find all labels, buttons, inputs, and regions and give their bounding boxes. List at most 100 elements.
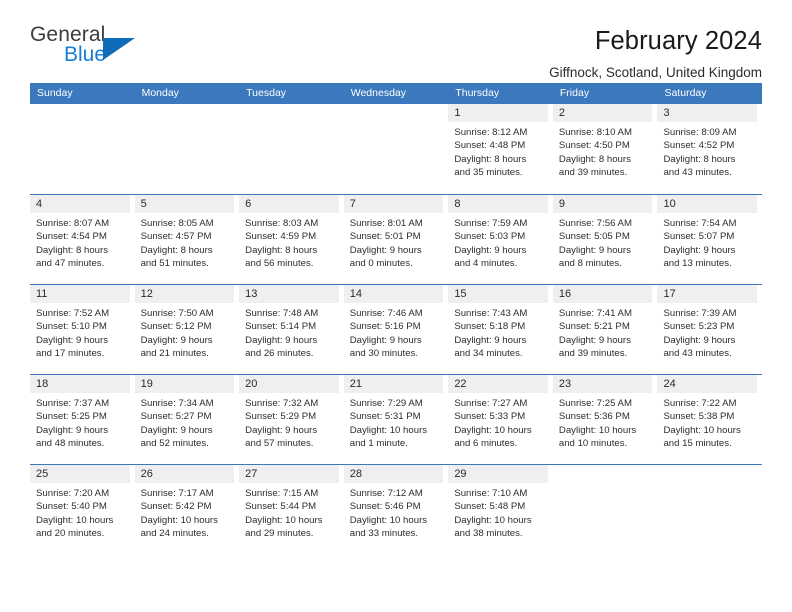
sunrise-text: Sunrise: 7:20 AM [36,488,110,499]
day-cell-inner: 1 Sunrise: 8:12 AM Sunset: 4:48 PM Daylight… [448,104,548,194]
sunset-text: Sunset: 4:52 PM [663,140,735,152]
day-number: 24 [657,375,758,393]
sunset-text: Sunset: 4:54 PM [36,231,107,243]
day-detail-lines [553,483,653,487]
sunset-text: Sunset: 5:05 PM [558,231,630,243]
day-number: 4 [30,195,130,213]
calendar-day-cell[interactable]: 21 Sunrise: 7:29 AM Sunset: 5:31 PM Dayligh… [343,375,449,464]
sunrise-text: Sunrise: 7:37 AM [36,398,110,409]
calendar-day-cell[interactable]: 19 Sunrise: 7:34 AM Sunset: 5:27 PM Dayligh… [134,375,240,464]
day-detail-lines: Sunrise: 7:50 AM Sunset: 5:12 PM Daylight:… [135,303,235,361]
calendar-day-cell[interactable]: 6 Sunrise: 8:03 AM Sunset: 4:59 PM Daylight… [239,195,344,284]
daylight-text: Daylight: 10 hours [140,514,218,526]
day-detail-lines: Sunrise: 7:39 AM Sunset: 5:23 PM Daylight:… [657,303,757,361]
calendar-empty-cell [553,465,658,554]
sunset-text: Sunset: 5:16 PM [349,321,421,333]
day-detail-lines: Sunrise: 8:05 AM Sunset: 4:57 PM Daylight:… [135,213,235,271]
calendar-day-cell[interactable]: 23 Sunrise: 7:25 AM Sunset: 5:36 PM Dayligh… [552,375,658,464]
calendar-day-cell[interactable]: 9 Sunrise: 7:56 AM Sunset: 5:05 PM Daylight… [552,195,658,284]
day-number: 15 [448,285,548,303]
day-cell-inner: 4 Sunrise: 8:07 AM Sunset: 4:54 PM Daylight… [30,195,130,284]
calendar-day-cell[interactable]: 17 Sunrise: 7:39 AM Sunset: 5:23 PM Dayligh… [657,285,762,374]
day-detail-lines: Sunrise: 7:34 AM Sunset: 5:27 PM Daylight:… [135,393,235,451]
day-cell-inner [239,104,339,194]
calendar-day-cell[interactable]: 24 Sunrise: 7:22 AM Sunset: 5:38 PM Dayligh… [657,375,762,464]
day-cell-inner [30,104,130,194]
day-number: 9 [552,195,653,213]
day-number: 13 [239,285,339,303]
daylight-text-cont: and 34 minutes. [454,348,523,360]
day-number: 6 [239,195,339,213]
day-detail-lines: Sunrise: 7:15 AM Sunset: 5:44 PM Daylight:… [239,483,339,541]
calendar-day-cell[interactable]: 14 Sunrise: 7:46 AM Sunset: 5:16 PM Dayligh… [343,285,449,374]
sunset-text: Sunset: 5:12 PM [140,321,212,333]
calendar-day-cell[interactable]: 8 Sunrise: 7:59 AM Sunset: 5:03 PM Daylight… [448,195,553,284]
sunset-text: Sunset: 5:25 PM [36,411,107,423]
day-cell-inner: 5 Sunrise: 8:05 AM Sunset: 4:57 PM Daylight… [134,195,235,284]
daylight-text: Daylight: 9 hours [140,424,213,436]
daylight-text: Daylight: 10 hours [454,514,532,526]
day-detail-lines: Sunrise: 7:25 AM Sunset: 5:36 PM Daylight:… [553,393,653,451]
calendar-day-cell[interactable]: 7 Sunrise: 8:01 AM Sunset: 5:01 PM Daylight… [343,195,449,284]
day-cell-inner [553,465,653,554]
daylight-text: Daylight: 9 hours [558,334,631,346]
calendar-day-cell[interactable]: 18 Sunrise: 7:37 AM Sunset: 5:25 PM Dayligh… [30,375,135,464]
calendar-day-cell[interactable]: 29 Sunrise: 7:10 AM Sunset: 5:48 PM Dayligh… [448,465,553,554]
sunset-text: Sunset: 5:29 PM [245,411,317,423]
calendar-day-cell[interactable]: 12 Sunrise: 7:50 AM Sunset: 5:12 PM Dayligh… [134,285,240,374]
calendar-day-cell[interactable]: 28 Sunrise: 7:12 AM Sunset: 5:46 PM Dayligh… [343,465,449,554]
calendar-day-cell[interactable]: 26 Sunrise: 7:17 AM Sunset: 5:42 PM Dayligh… [134,465,240,554]
calendar-day-cell[interactable]: 16 Sunrise: 7:41 AM Sunset: 5:21 PM Dayligh… [552,285,658,374]
calendar-day-cell[interactable]: 11 Sunrise: 7:52 AM Sunset: 5:10 PM Dayligh… [30,285,135,374]
day-cell-inner: 24 Sunrise: 7:22 AM Sunset: 5:38 PM Dayligh… [657,375,758,464]
sunrise-text: Sunrise: 7:59 AM [454,218,528,229]
day-detail-lines: Sunrise: 7:52 AM Sunset: 5:10 PM Daylight:… [30,303,130,361]
day-cell-inner: 2 Sunrise: 8:10 AM Sunset: 4:50 PM Daylight… [552,104,653,194]
daylight-text: Daylight: 10 hours [349,514,428,526]
day-cell-inner: 15 Sunrise: 7:43 AM Sunset: 5:18 PM Dayligh… [448,285,548,374]
daylight-text: Daylight: 10 hours [454,424,532,436]
daylight-text-cont: and 30 minutes. [349,348,419,360]
calendar-day-cell[interactable]: 5 Sunrise: 8:05 AM Sunset: 4:57 PM Daylight… [134,195,240,284]
sunrise-text: Sunrise: 7:10 AM [454,488,528,499]
calendar-day-cell[interactable]: 22 Sunrise: 7:27 AM Sunset: 5:33 PM Dayligh… [448,375,553,464]
day-detail-lines: Sunrise: 8:07 AM Sunset: 4:54 PM Daylight:… [30,213,130,271]
calendar-day-cell[interactable]: 2 Sunrise: 8:10 AM Sunset: 4:50 PM Daylight… [552,104,658,194]
day-number [135,104,235,122]
calendar-day-cell[interactable]: 15 Sunrise: 7:43 AM Sunset: 5:18 PM Dayligh… [448,285,553,374]
daylight-text: Daylight: 10 hours [558,424,637,436]
sunset-text: Sunset: 5:44 PM [245,501,317,513]
day-cell-inner [657,465,757,554]
daylight-text-cont: and 52 minutes. [140,438,209,450]
sunset-text: Sunset: 5:03 PM [454,231,526,243]
calendar-day-cell[interactable]: 10 Sunrise: 7:54 AM Sunset: 5:07 PM Dayligh… [657,195,762,284]
daylight-text-cont: and 29 minutes. [245,528,314,540]
day-detail-lines: Sunrise: 7:48 AM Sunset: 5:14 PM Daylight:… [239,303,339,361]
calendar-day-cell[interactable]: 13 Sunrise: 7:48 AM Sunset: 5:14 PM Dayligh… [239,285,344,374]
sunrise-text: Sunrise: 7:25 AM [558,398,632,409]
calendar-day-cell[interactable]: 25 Sunrise: 7:20 AM Sunset: 5:40 PM Dayligh… [30,465,135,554]
calendar-page: General Blue February 2024 Giffnock, Sco… [0,0,792,612]
calendar-empty-cell [135,104,240,194]
sunrise-text: Sunrise: 7:22 AM [663,398,737,409]
sunrise-text: Sunrise: 7:17 AM [140,488,214,499]
calendar-day-cell[interactable]: 4 Sunrise: 8:07 AM Sunset: 4:54 PM Daylight… [30,195,135,284]
calendar-day-cell[interactable]: 27 Sunrise: 7:15 AM Sunset: 5:44 PM Dayligh… [239,465,344,554]
sunset-text: Sunset: 4:57 PM [140,231,212,243]
sunrise-text: Sunrise: 7:54 AM [663,218,737,229]
day-number: 26 [134,465,235,483]
day-detail-lines: Sunrise: 8:12 AM Sunset: 4:48 PM Daylight:… [448,122,548,180]
calendar-day-cell[interactable]: 1 Sunrise: 8:12 AM Sunset: 4:48 PM Daylight… [448,104,553,194]
sunset-text: Sunset: 4:50 PM [558,140,630,152]
daylight-text: Daylight: 9 hours [349,244,422,256]
daylight-text-cont: and 47 minutes. [36,258,105,270]
day-cell-inner [344,104,444,194]
day-number: 8 [448,195,548,213]
sunrise-text: Sunrise: 7:46 AM [349,308,423,319]
day-cell-inner: 3 Sunrise: 8:09 AM Sunset: 4:52 PM Daylight… [657,104,758,194]
daylight-text-cont: and 38 minutes. [454,528,523,540]
sunrise-text: Sunrise: 8:10 AM [558,127,632,138]
day-cell-inner: 12 Sunrise: 7:50 AM Sunset: 5:12 PM Dayligh… [134,285,235,374]
calendar-day-cell[interactable]: 20 Sunrise: 7:32 AM Sunset: 5:29 PM Dayligh… [239,375,344,464]
calendar-day-cell[interactable]: 3 Sunrise: 8:09 AM Sunset: 4:52 PM Daylight… [657,104,762,194]
